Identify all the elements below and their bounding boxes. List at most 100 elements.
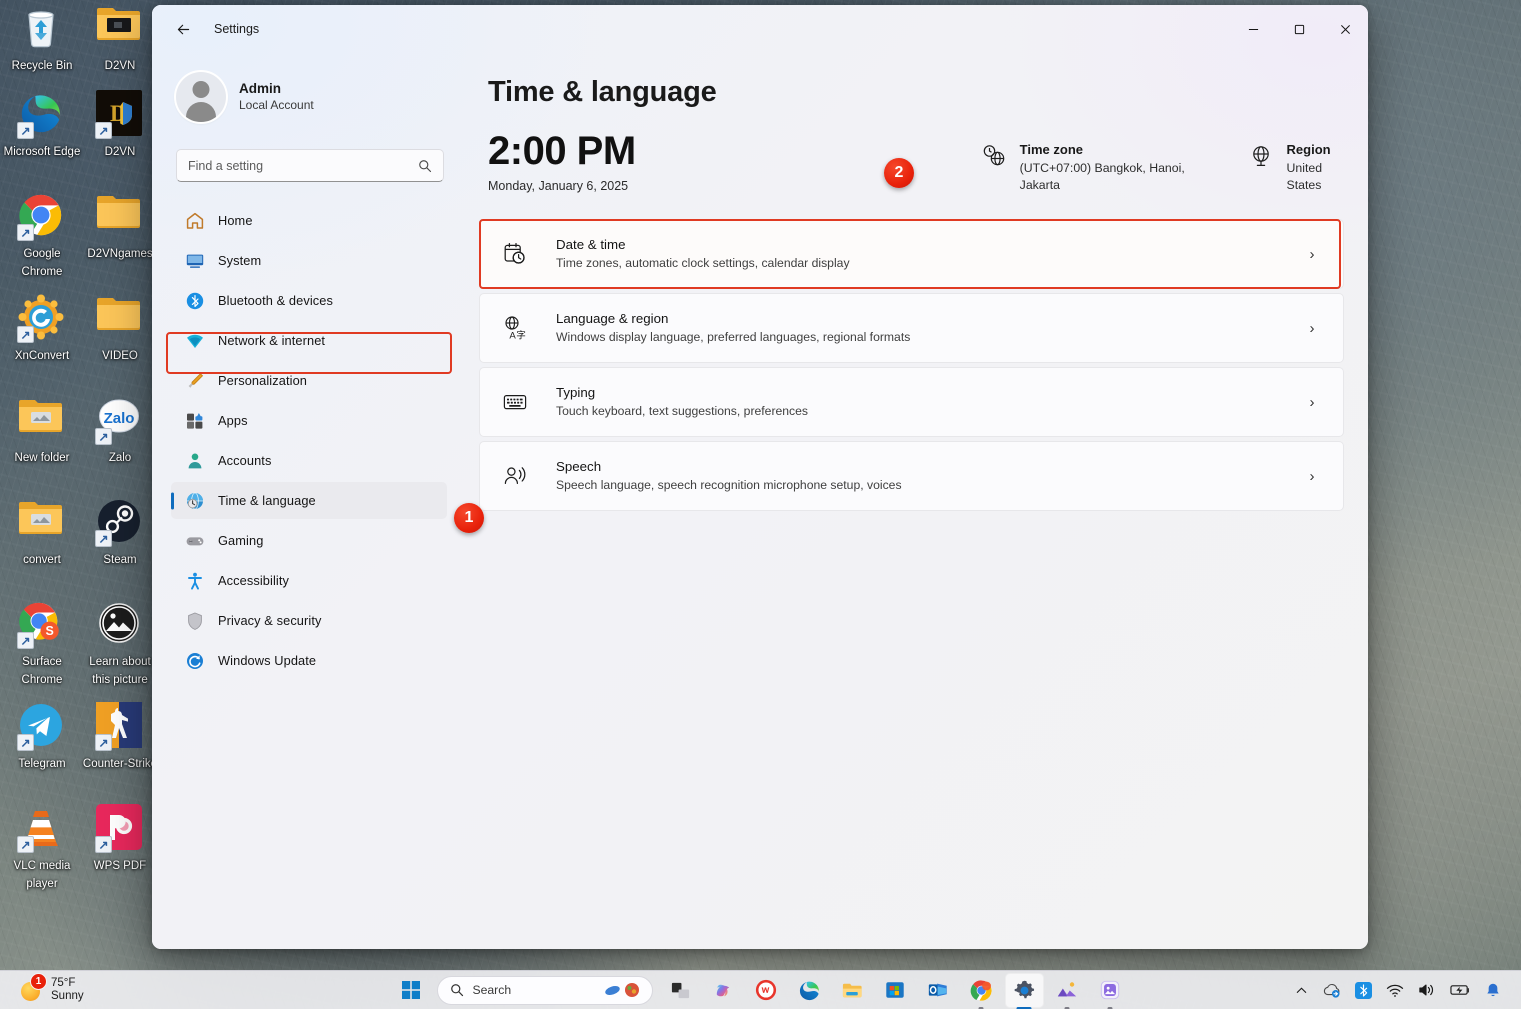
- volume-tray-button[interactable]: [1412, 975, 1442, 1006]
- outlook-button[interactable]: [919, 973, 958, 1008]
- window-title: Settings: [214, 22, 259, 36]
- speech-card[interactable]: SpeechSpeech language, speech recognitio…: [479, 441, 1344, 511]
- onedrive-sync-button[interactable]: [1316, 975, 1347, 1006]
- shortcut-arrow-icon: [17, 224, 34, 241]
- date-time-card[interactable]: Date & timeTime zones, automatic clock s…: [479, 219, 1344, 289]
- desktop-icon-video[interactable]: VIDEO: [80, 294, 160, 364]
- copilot-button[interactable]: [704, 973, 743, 1008]
- desktop-icon-google-chrome[interactable]: Google Chrome: [2, 192, 82, 280]
- copilot-icon: [712, 979, 735, 1002]
- bluetooth-tray-button[interactable]: [1349, 975, 1378, 1006]
- minimize-button[interactable]: [1230, 5, 1276, 53]
- language-region-card[interactable]: A字Language & regionWindows display langu…: [479, 293, 1344, 363]
- page-title: Time & language: [488, 76, 1344, 109]
- sidebar-item-personalization[interactable]: Personalization: [171, 362, 447, 399]
- sidebar-item-accessibility[interactable]: Accessibility: [171, 562, 447, 599]
- wifi-tray-button[interactable]: [1380, 975, 1410, 1006]
- window-body: Admin Local Account HomeSystemBluetooth …: [152, 53, 1368, 949]
- wps-pdf-icon: [96, 804, 144, 852]
- file-explorer-button[interactable]: [833, 973, 872, 1008]
- photo-app-button[interactable]: [1091, 973, 1130, 1008]
- sidebar-item-home[interactable]: Home: [171, 202, 447, 239]
- desktop-icon-label: D2VNgames: [87, 248, 152, 260]
- maximize-button[interactable]: [1276, 5, 1322, 53]
- desktop-icon-wps-pdf[interactable]: WPS PDF: [80, 804, 160, 874]
- desktop-icon-d2vn[interactable]: DD2VN: [80, 90, 160, 160]
- start-button[interactable]: [392, 973, 431, 1008]
- sidebar-item-label: Accounts: [218, 453, 271, 468]
- region-info: Region United States: [1248, 141, 1344, 194]
- microsoft-store-button[interactable]: [876, 973, 915, 1008]
- region-label: Region: [1287, 141, 1344, 158]
- photos-button[interactable]: [1048, 973, 1087, 1008]
- sidebar-item-apps[interactable]: Apps: [171, 402, 447, 439]
- desktop-icon-label: convert: [23, 554, 61, 566]
- edge-button[interactable]: [790, 973, 829, 1008]
- chrome-button[interactable]: [962, 973, 1001, 1008]
- desktop-icon-xnconvert[interactable]: XnConvert: [2, 294, 82, 364]
- desktop-icon-telegram[interactable]: Telegram: [2, 702, 82, 772]
- telegram-icon: [18, 702, 66, 750]
- wps-office-button[interactable]: [747, 973, 786, 1008]
- desktop-icon-new-folder[interactable]: New folder: [2, 396, 82, 466]
- desktop-icon-d2vngames[interactable]: D2VNgames: [80, 192, 160, 262]
- desktop-icon-grid: Recycle Bin D2VN Microsoft EdgeDD2VN Google…: [0, 0, 160, 930]
- card-title: Typing: [556, 384, 1301, 402]
- bluetooth-icon: [185, 291, 205, 311]
- desktop-icon-steam[interactable]: Steam: [80, 498, 160, 568]
- search-icon: [418, 159, 432, 173]
- desktop-icon-counter-strike[interactable]: Counter-Strike: [80, 702, 160, 772]
- home-icon: [185, 211, 205, 231]
- settings-search-box[interactable]: [176, 149, 444, 182]
- title-bar: Settings: [152, 5, 1368, 53]
- desktop-icon-d2vn[interactable]: D2VN: [80, 4, 160, 74]
- show-hidden-icons-button[interactable]: [1288, 975, 1314, 1006]
- desktop-icon-label: Zalo: [109, 452, 131, 464]
- sidebar-item-time-language[interactable]: Time & language: [171, 482, 447, 519]
- taskbar-search-button[interactable]: Search: [437, 976, 653, 1005]
- desktop-icon-vlc-media-player[interactable]: VLC media player: [2, 804, 82, 892]
- typing-card[interactable]: TypingTouch keyboard, text suggestions, …: [479, 367, 1344, 437]
- desktop-icon-label: VLC media player: [14, 860, 71, 890]
- settings-button[interactable]: [1005, 973, 1044, 1008]
- close-button[interactable]: [1322, 5, 1368, 53]
- chevron-up-icon: [1295, 984, 1308, 997]
- back-button[interactable]: [166, 12, 200, 46]
- settings-gear-icon: [1013, 979, 1036, 1002]
- desktop-icon-learn-about-this-picture[interactable]: Learn about this picture: [80, 600, 160, 688]
- sidebar-item-gaming[interactable]: Gaming: [171, 522, 447, 559]
- desktop-icon-recycle-bin[interactable]: Recycle Bin: [2, 4, 82, 74]
- task-view-button[interactable]: [661, 973, 700, 1008]
- sidebar-item-accounts[interactable]: Accounts: [171, 442, 447, 479]
- sidebar-item-system[interactable]: System: [171, 242, 447, 279]
- task-view-icon: [670, 980, 691, 1001]
- weather-notification-badge: 1: [30, 973, 47, 990]
- sidebar-nav: HomeSystemBluetooth & devicesNetwork & i…: [171, 202, 447, 679]
- xnconvert-icon: [18, 294, 66, 342]
- sidebar-item-windows-update[interactable]: Windows Update: [171, 642, 447, 679]
- desktop-icon-surface-chrome[interactable]: SSurface Chrome: [2, 600, 82, 688]
- account-name: Admin: [239, 81, 314, 97]
- shortcut-arrow-icon: [95, 734, 112, 751]
- desktop-icon-zalo[interactable]: ZaloZalo: [80, 396, 160, 466]
- desktop-icon-label: Counter-Strike: [83, 758, 157, 770]
- weather-widget[interactable]: 1 75°F Sunny: [18, 977, 178, 1003]
- photos-mountain-icon: [1056, 979, 1078, 1001]
- search-highlight-icon-1: [604, 983, 621, 998]
- globe-clock-icon: [185, 491, 205, 511]
- notifications-button[interactable]: [1479, 975, 1507, 1006]
- edge-icon: [798, 979, 821, 1002]
- search-highlight-icon-2: [624, 982, 640, 998]
- desktop-icon-convert[interactable]: convert: [2, 498, 82, 568]
- bell-icon: [1485, 982, 1501, 999]
- battery-tray-button[interactable]: [1444, 975, 1477, 1006]
- account-section[interactable]: Admin Local Account: [171, 53, 447, 127]
- clock-row: 2:00 PM Monday, January 6, 2025: [488, 129, 1344, 194]
- sidebar-item-privacy-security[interactable]: Privacy & security: [171, 602, 447, 639]
- desktop-icon-microsoft-edge[interactable]: Microsoft Edge: [2, 90, 82, 160]
- sidebar-item-bluetooth-devices[interactable]: Bluetooth & devices: [171, 282, 447, 319]
- desktop-icon-label: Recycle Bin: [12, 60, 73, 72]
- sidebar-item-network-internet[interactable]: Network & internet: [171, 322, 447, 359]
- search-input[interactable]: [188, 150, 418, 181]
- update-refresh-icon: [185, 651, 205, 671]
